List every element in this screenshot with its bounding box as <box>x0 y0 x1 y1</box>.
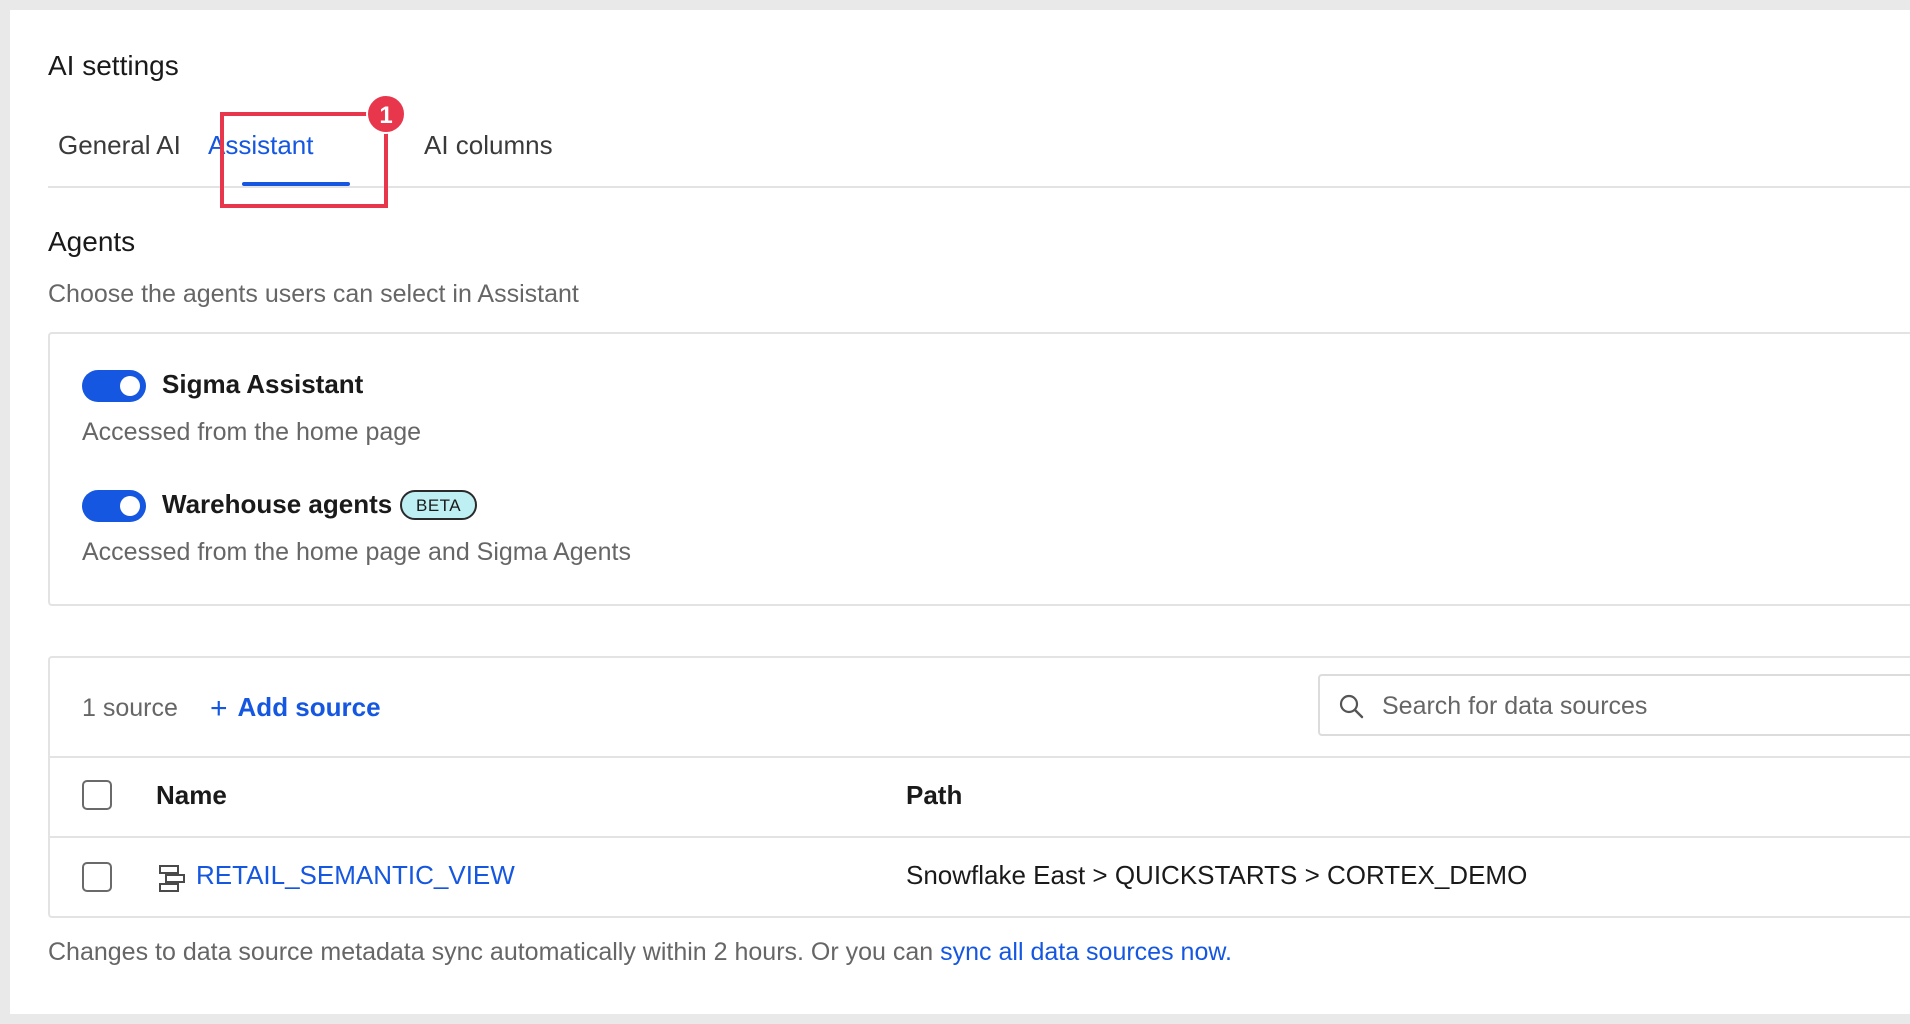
sync-note: Changes to data source metadata sync aut… <box>48 938 1232 967</box>
search-input[interactable] <box>1380 684 1904 728</box>
search-field[interactable] <box>1318 674 1910 736</box>
column-header-name[interactable]: Name <box>156 780 227 811</box>
select-all-checkbox[interactable] <box>82 780 112 810</box>
sync-note-text: Changes to data source metadata sync aut… <box>48 938 941 966</box>
column-header-path[interactable]: Path <box>906 780 962 811</box>
table-row[interactable]: RETAIL_SEMANTIC_VIEW Snowflake East > QU… <box>50 838 1910 918</box>
tab-ai-columns[interactable]: AI columns <box>424 130 553 161</box>
sources-toolbar: 1 source + Add source <box>50 658 1910 758</box>
source-name-link[interactable]: RETAIL_SEMANTIC_VIEW <box>196 860 515 891</box>
agent-name: Sigma Assistant <box>162 369 364 399</box>
plus-icon: + <box>210 692 228 725</box>
agents-heading: Agents <box>48 226 136 257</box>
toggle-knob <box>120 376 140 396</box>
add-source-button[interactable]: + Add source <box>210 692 381 726</box>
agents-subtitle: Choose the agents users can select in As… <box>48 280 579 308</box>
semantic-view-icon <box>159 865 185 892</box>
callout-highlight-box <box>220 112 388 208</box>
agent-description: Accessed from the home page <box>82 418 422 446</box>
toggle-knob <box>120 496 140 516</box>
agent-description: Accessed from the home page and Sigma Ag… <box>82 538 631 566</box>
ai-settings-panel: AI settings General AI Assistant AI colu… <box>10 10 1910 1014</box>
source-count: 1 source <box>82 694 178 722</box>
search-icon <box>1339 694 1364 719</box>
warehouse-agents-toggle[interactable] <box>82 490 146 522</box>
callout-number-badge: 1 <box>366 94 406 134</box>
table-header: Name Path <box>50 756 1910 838</box>
source-path: Snowflake East > QUICKSTARTS > CORTEX_DE… <box>906 860 1528 890</box>
page-title: AI settings <box>48 50 179 81</box>
agents-card: Sigma Assistant Accessed from the home p… <box>48 332 1910 606</box>
agent-name: Warehouse agents <box>162 489 393 519</box>
row-checkbox[interactable] <box>82 862 112 892</box>
sync-all-link[interactable]: sync all data sources now. <box>940 938 1232 966</box>
add-source-label: Add source <box>237 692 381 722</box>
beta-badge: BETA <box>400 490 478 520</box>
sigma-assistant-toggle[interactable] <box>82 370 146 402</box>
tab-general-ai[interactable]: General AI <box>58 130 181 161</box>
data-sources-card: 1 source + Add source Name Path <box>48 656 1910 918</box>
